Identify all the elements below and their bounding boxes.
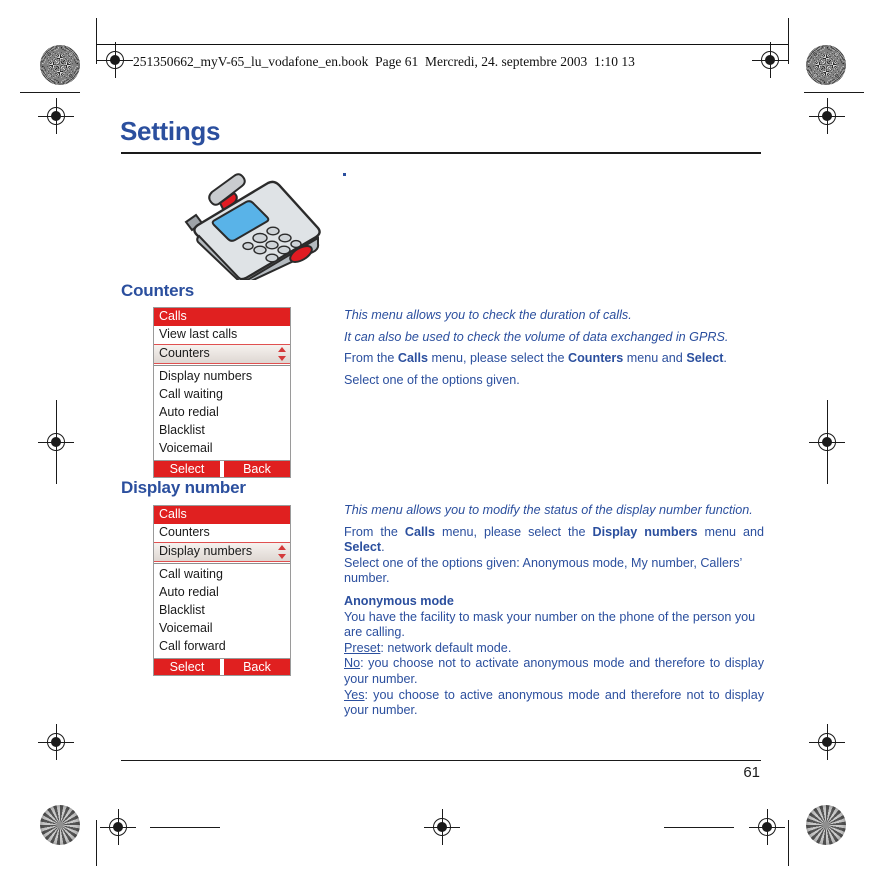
trim-line-top-right-vertical <box>788 18 789 64</box>
menu-item-call-waiting-2[interactable]: Call waiting <box>154 566 290 584</box>
registration-crosshair-lower-left <box>38 724 74 760</box>
counters-p3-g: . <box>723 351 727 366</box>
scroll-arrows-icon-2[interactable] <box>278 545 286 559</box>
yes-text: : you choose to active anonymous mode an… <box>344 687 764 718</box>
menu-item-voicemail-2[interactable]: Voicemail <box>154 620 290 638</box>
display-p2-e: menu and <box>697 524 765 539</box>
menu-item-selected-display-numbers[interactable]: Display numbers <box>154 542 290 562</box>
menu-item-auto-redial-2[interactable]: Auto redial <box>154 584 290 602</box>
illustration-dot-mark <box>343 173 346 176</box>
registration-crosshair-bottom-center <box>424 809 460 845</box>
no-label: No <box>344 656 361 671</box>
scroll-arrows-icon[interactable] <box>278 347 286 361</box>
trim-line-bottom-left-horizontal <box>150 827 220 828</box>
trim-line-right-mid-vertical <box>827 400 828 484</box>
registration-crosshair-bottom-right <box>749 809 785 845</box>
registration-crosshair-upper-left <box>38 98 74 134</box>
counters-p3-a: From the <box>344 351 398 366</box>
document-page: 251350662_myV-65_lu_vodafone_en.book Pag… <box>0 0 884 884</box>
phone-illustration <box>168 170 368 285</box>
softkey-back[interactable]: Back <box>224 461 290 477</box>
phone-stylus-drawing <box>184 173 321 285</box>
trim-line-bottom-right-vertical <box>788 820 789 866</box>
page-title: Settings <box>120 116 221 146</box>
preset-line: Preset: network default mode. <box>344 641 764 657</box>
display-p2-a: From the <box>344 524 405 539</box>
display-p2-select: Select <box>344 540 382 555</box>
softkey-select-2[interactable]: Select <box>154 659 220 675</box>
yes-label: Yes <box>344 687 365 702</box>
counters-p3-c: menu, please select the <box>428 351 569 366</box>
preset-text: : network default mode. <box>380 640 512 655</box>
menu-item-view-last-calls[interactable]: View last calls <box>154 326 290 344</box>
registration-starburst-bottom-left <box>40 805 80 845</box>
registration-starburst-bottom-right <box>806 805 846 845</box>
softkey-bar-2: Select Back <box>154 658 290 675</box>
registration-crosshair-upper-right <box>809 98 845 134</box>
phone-screen-display-numbers: Calls Counters Display numbers Call wait… <box>153 505 291 676</box>
menu-item-call-forward[interactable]: Call forward <box>154 638 290 656</box>
counters-paragraph-2: It can also be used to check the volume … <box>344 329 729 344</box>
softkey-bar: Select Back <box>154 460 290 477</box>
counters-p3-e: menu and <box>623 351 687 366</box>
counters-paragraph-1: This menu allows you to check the durati… <box>344 308 632 322</box>
footer-rule <box>121 760 761 761</box>
page-number: 61 <box>743 764 760 781</box>
display-paragraph-3: Select one of the options given: Anonymo… <box>344 555 742 586</box>
screen-title-calls: Calls <box>154 308 290 326</box>
phone-screen-counters: Calls View last calls Counters Display n… <box>153 307 291 478</box>
menu-item-selected-label-2: Display numbers <box>159 544 253 558</box>
menu-item-counters-2[interactable]: Counters <box>154 524 290 542</box>
menu-separator-2 <box>154 563 290 564</box>
menu-item-call-waiting[interactable]: Call waiting <box>154 386 290 404</box>
counters-p3-select: Select <box>686 351 724 366</box>
display-paragraph-2: From the Calls menu, please select the D… <box>344 525 764 556</box>
menu-item-selected-counters[interactable]: Counters <box>154 344 290 364</box>
menu-item-display-numbers[interactable]: Display numbers <box>154 368 290 386</box>
registration-starburst-top-right <box>806 45 846 85</box>
body-text-display-number: This menu allows you to modify the statu… <box>344 503 764 719</box>
menu-item-voicemail[interactable]: Voicemail <box>154 440 290 458</box>
anonymous-mode-paragraph: You have the facility to mask your numbe… <box>344 609 756 640</box>
section-heading-counters: Counters <box>121 281 195 300</box>
no-line: No: you choose not to activate anonymous… <box>344 656 764 687</box>
trim-line-bottom-right-horizontal <box>664 827 734 828</box>
registration-crosshair-bottom-left <box>100 809 136 845</box>
display-p2-calls: Calls <box>404 524 435 539</box>
softkey-back-2[interactable]: Back <box>224 659 290 675</box>
registration-crosshair-top-right <box>752 42 788 78</box>
display-p2-c: menu, please select the <box>435 524 593 539</box>
registration-crosshair-top-left <box>97 42 133 78</box>
body-text-counters: This menu allows you to check the durati… <box>344 308 764 394</box>
counters-p3-counters: Counters <box>568 351 624 366</box>
display-paragraph-1: This menu allows you to modify the statu… <box>344 503 753 517</box>
screen-title-calls-2: Calls <box>154 506 290 524</box>
counters-paragraph-3: From the Calls menu, please select the C… <box>344 351 764 367</box>
trim-line-left-upper-horizontal <box>20 92 80 93</box>
counters-p3-calls: Calls <box>397 351 428 366</box>
menu-item-blacklist[interactable]: Blacklist <box>154 422 290 440</box>
counters-paragraph-4: Select one of the options given. <box>344 372 520 387</box>
trim-line-bottom-left-vertical <box>96 820 97 866</box>
registration-crosshair-lower-right <box>809 724 845 760</box>
yes-line: Yes: you choose to active anonymous mode… <box>344 688 764 719</box>
trim-line-top-left-vertical <box>96 18 97 64</box>
trim-line-left-mid-vertical <box>56 400 57 484</box>
menu-item-auto-redial[interactable]: Auto redial <box>154 404 290 422</box>
preset-label: Preset <box>344 640 381 655</box>
running-header: 251350662_myV-65_lu_vodafone_en.book Pag… <box>133 54 635 69</box>
menu-item-blacklist-2[interactable]: Blacklist <box>154 602 290 620</box>
page-title-rule <box>121 152 761 154</box>
no-text: : you choose not to activate anonymous m… <box>344 656 764 686</box>
display-p2-display-numbers: Display numbers <box>592 524 698 539</box>
menu-separator <box>154 365 290 366</box>
trim-line-right-upper-horizontal <box>804 92 864 93</box>
menu-item-selected-label: Counters <box>159 346 210 360</box>
anonymous-mode-heading: Anonymous mode <box>344 593 454 608</box>
registration-starburst-top-left <box>40 45 80 85</box>
header-rule <box>96 44 788 45</box>
section-heading-display-number: Display number <box>121 478 246 497</box>
display-p2-g: . <box>381 540 385 555</box>
softkey-select[interactable]: Select <box>154 461 220 477</box>
